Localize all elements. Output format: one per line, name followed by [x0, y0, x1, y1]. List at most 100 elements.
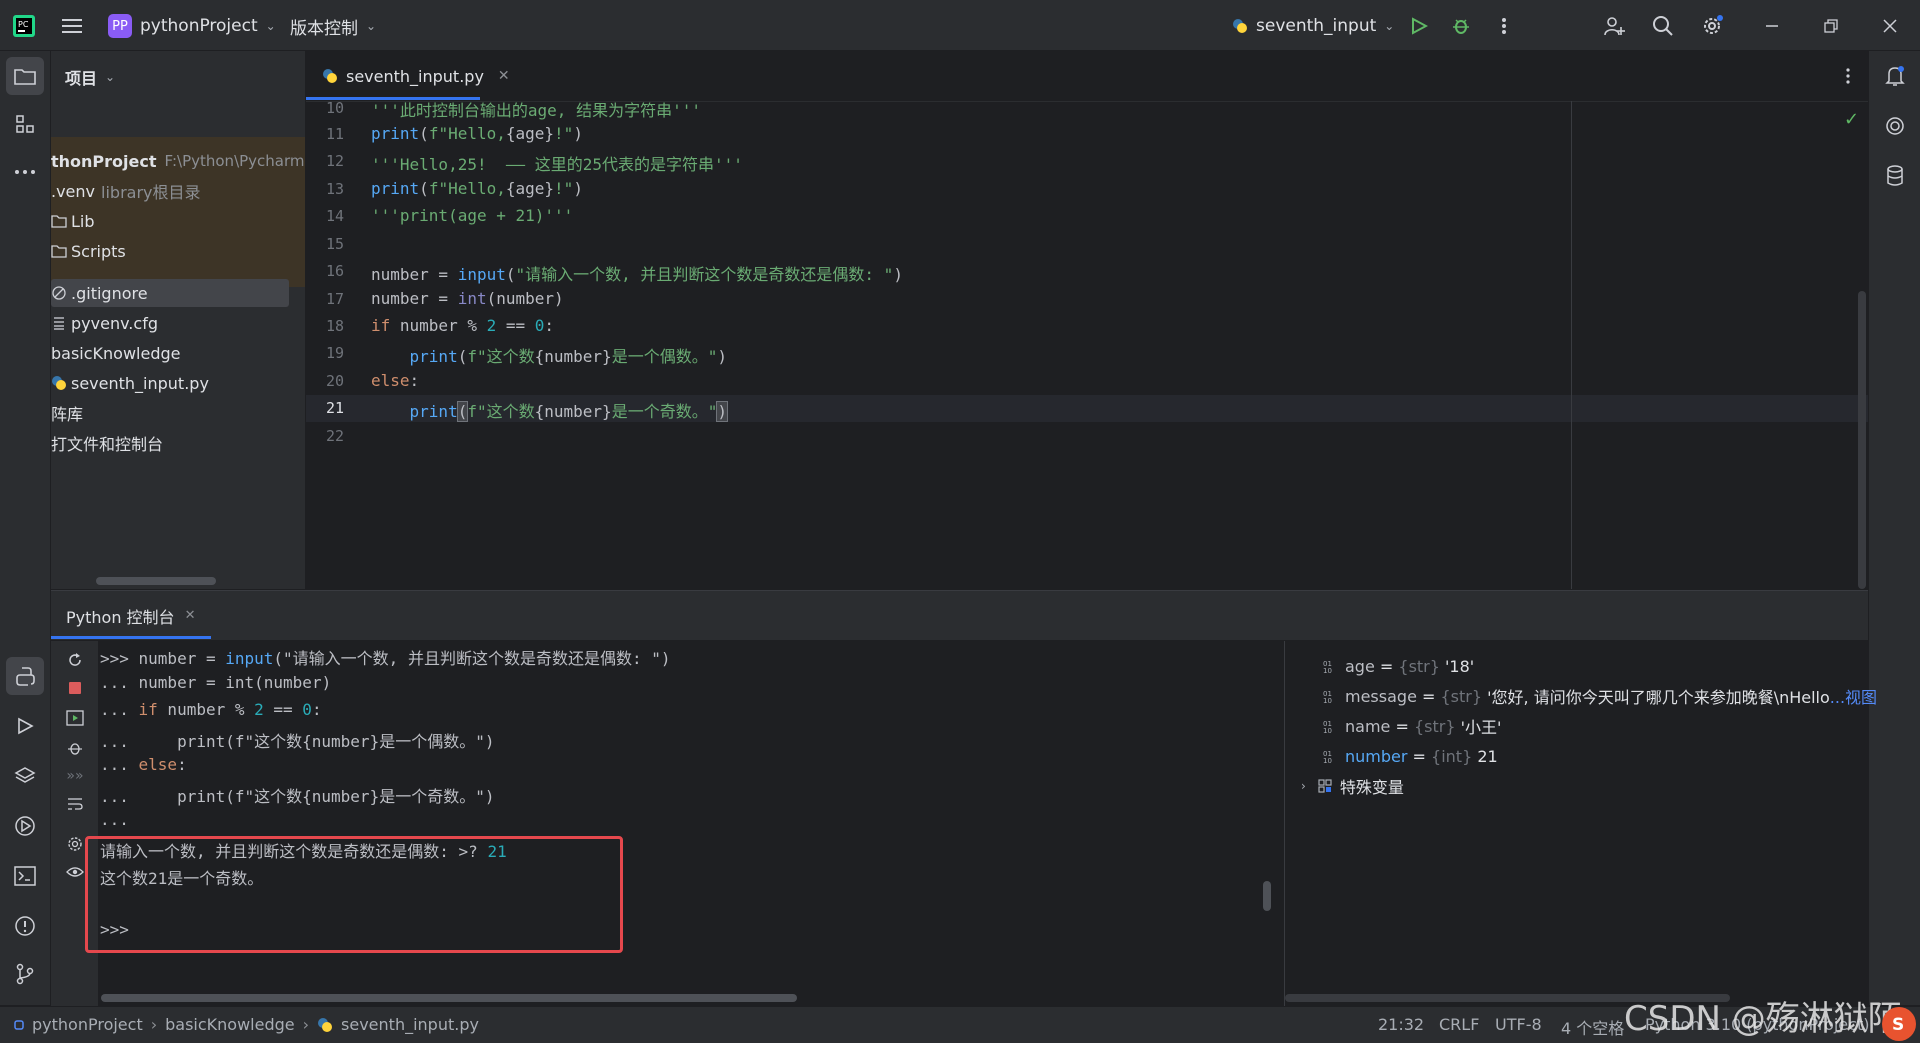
structure-icon[interactable] — [6, 105, 44, 143]
console-text: (number) — [254, 673, 332, 692]
breadcrumb-item[interactable]: basicKnowledge — [165, 1015, 295, 1034]
minimize-window-icon[interactable] — [1758, 12, 1786, 40]
run-icon[interactable] — [1405, 12, 1433, 40]
layers-icon[interactable] — [6, 757, 44, 795]
notifications-bell-icon[interactable] — [1876, 57, 1914, 95]
line-number: 15 — [325, 235, 344, 253]
chevron-down-icon: ⌄ — [265, 19, 276, 33]
project-panel-header[interactable]: 项目 ⌄ — [65, 65, 115, 89]
tree-item-seventh-input[interactable]: seventh_input.py — [51, 369, 209, 397]
keyword: if — [371, 316, 391, 335]
variable-eq: = — [1407, 746, 1432, 766]
editor-tab[interactable]: seventh_input.py ✕ — [306, 51, 510, 101]
stop-icon[interactable] — [61, 675, 89, 701]
console-header: Python 控制台 ✕ — [51, 591, 1868, 640]
tree-item-scratches[interactable]: 打文件和控制台 — [51, 429, 163, 457]
tree-item-gitignore[interactable]: .gitignore — [51, 279, 148, 307]
code-text: number = — [371, 265, 458, 284]
run-tool-icon[interactable] — [6, 707, 44, 745]
string-literal: f"这个数 — [467, 347, 535, 366]
tree-item-lib[interactable]: Lib — [51, 207, 95, 235]
chevron-right-icon[interactable]: › — [1301, 779, 1306, 793]
svg-text:10: 10 — [1323, 697, 1332, 703]
variable-row-message[interactable]: 01 10 message = {str} '您好, 请问你今天叫了哪几个来参加晚… — [1323, 683, 1877, 709]
line-number: 13 — [325, 180, 344, 198]
more-actions-icon[interactable] — [1490, 12, 1518, 40]
line-number: 10 — [325, 99, 344, 117]
editor-vertical-scrollbar[interactable] — [1858, 291, 1866, 589]
close-tab-icon[interactable]: ✕ — [498, 68, 510, 84]
code-line-current: print(f"这个数{number}是一个奇数。") — [371, 398, 728, 422]
file-encoding[interactable]: UTF-8 — [1495, 1015, 1542, 1034]
view-value-link[interactable]: ...视图 — [1830, 684, 1877, 708]
git-branch-icon[interactable] — [6, 955, 44, 993]
console-tab[interactable]: Python 控制台 ✕ — [51, 591, 211, 640]
close-window-icon[interactable] — [1876, 12, 1904, 40]
ai-assistant-icon[interactable] — [1876, 107, 1914, 145]
code-line: print(f"Hello,{age}!") — [371, 179, 583, 198]
variable-row-name[interactable]: 01 10 name = {str} '小王' — [1323, 713, 1501, 739]
execute-selection-icon[interactable] — [61, 705, 89, 731]
variable-eq: = — [1390, 716, 1414, 736]
more-tools-icon[interactable] — [6, 153, 44, 191]
services-icon[interactable] — [6, 807, 44, 845]
chevron-down-icon: ⌄ — [1384, 19, 1395, 33]
variable-name: message — [1345, 686, 1417, 706]
soft-wrap-icon[interactable] — [61, 791, 89, 817]
line-number: 14 — [325, 207, 344, 225]
indent-setting[interactable]: 4 个空格 — [1561, 1015, 1624, 1039]
variable-row-number[interactable]: 01 10 number = {int} 21 — [1323, 743, 1498, 769]
code-line: else: — [371, 371, 419, 390]
tree-root[interactable]: thonProject F:\Python\PycharmP — [51, 147, 305, 175]
function-name: print — [371, 124, 420, 143]
console-horizontal-scrollbar[interactable] — [101, 994, 797, 1002]
variable-row-age[interactable]: 01 10 age = {str} '18' — [1323, 653, 1474, 679]
search-icon[interactable] — [1649, 12, 1677, 40]
console-vertical-scrollbar[interactable] — [1263, 881, 1271, 911]
database-icon[interactable] — [1876, 157, 1914, 195]
terminal-icon[interactable] — [6, 857, 44, 895]
tree-item-external-libraries[interactable]: 阵库 — [51, 399, 83, 427]
rerun-icon[interactable] — [61, 647, 89, 673]
tree-item-venv[interactable]: .venv library根目录 — [51, 177, 201, 205]
paren: ( — [419, 124, 429, 143]
problems-icon[interactable] — [6, 907, 44, 945]
console-tab-label: Python 控制台 — [66, 607, 175, 627]
tree-item-scripts[interactable]: Scripts — [51, 237, 126, 265]
function-name: print — [371, 179, 420, 198]
tree-item-pyvenv-cfg[interactable]: pyvenv.cfg — [51, 309, 158, 337]
keyword: if — [138, 700, 158, 719]
add-user-icon[interactable] — [1600, 12, 1628, 40]
line-separator[interactable]: CRLF — [1439, 1015, 1479, 1034]
code-text: number = — [371, 289, 458, 308]
run-config-selector[interactable]: seventh_input ⌄ — [1232, 12, 1394, 40]
project-switcher[interactable]: PP pythonProject ⌄ — [108, 12, 276, 40]
vcs-menu[interactable]: 版本控制 ⌄ — [290, 12, 376, 40]
settings-gear-icon[interactable] — [1699, 12, 1727, 40]
main-menu-icon[interactable] — [58, 12, 86, 40]
svg-text:PC: PC — [18, 20, 29, 29]
special-variables-row[interactable]: › 特殊变量 — [1301, 773, 1404, 799]
docstring: '''print(age + 21)''' — [371, 206, 574, 225]
project-horizontal-scrollbar[interactable] — [96, 577, 216, 585]
string-literal: f"Hello, — [428, 124, 506, 143]
tree-item-basicknowledge[interactable]: basicKnowledge — [51, 339, 181, 367]
debug-icon[interactable] — [1447, 12, 1475, 40]
debug-console-icon[interactable] — [61, 735, 89, 761]
variable-icon: 01 10 — [1323, 719, 1337, 733]
breadcrumb-item[interactable]: pythonProject — [32, 1015, 143, 1034]
variable-value: '小王' — [1455, 718, 1502, 737]
close-tab-icon[interactable]: ✕ — [185, 608, 196, 623]
highlight-annotation-box — [85, 836, 623, 953]
history-icon[interactable]: »» — [61, 763, 89, 789]
variable-value: '您好, 请问你今天叫了哪几个来参加晚餐\nHello — [1482, 688, 1830, 707]
inspection-ok-icon[interactable]: ✓ — [1844, 109, 1859, 130]
paren: ( — [419, 179, 429, 198]
tab-options-icon[interactable] — [1836, 63, 1860, 89]
project-folder-icon[interactable] — [6, 57, 44, 95]
caret-position[interactable]: 21:32 — [1378, 1015, 1424, 1034]
pycharm-logo-icon[interactable]: PC — [10, 12, 38, 40]
restore-window-icon[interactable] — [1817, 12, 1845, 40]
breadcrumb-item[interactable]: seventh_input.py — [341, 1015, 479, 1034]
python-console-icon[interactable] — [6, 657, 44, 695]
